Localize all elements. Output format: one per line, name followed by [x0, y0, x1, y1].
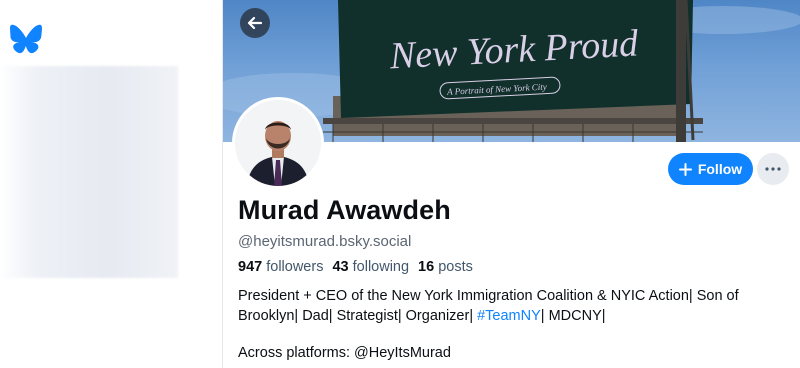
plus-icon: [678, 162, 692, 176]
display-name: Murad Awawdeh: [238, 195, 451, 225]
avatar[interactable]: [232, 97, 324, 189]
butterfly-logo-icon[interactable]: [10, 24, 42, 54]
hashtag-link[interactable]: #TeamNY: [477, 308, 541, 324]
user-handle: @heyitsmurad.bsky.social: [238, 233, 412, 250]
blurred-placeholder: [0, 66, 178, 278]
follow-button[interactable]: Follow: [668, 153, 753, 185]
profile-bio: President + CEO of the New York Immigrat…: [238, 286, 788, 326]
bio-text-end: | MDCNY|: [540, 308, 606, 324]
following-count: 43: [332, 259, 349, 275]
posts-count: 16: [418, 259, 435, 275]
following-label: following: [352, 259, 410, 275]
ellipsis-icon: [765, 167, 781, 171]
following-link[interactable]: 43 following: [332, 259, 409, 275]
profile-stats: 947 followers 43 following 16 posts: [238, 259, 473, 275]
bio-across-platforms: Across platforms: @HeyItsMurad: [238, 345, 451, 361]
posts-stat: 16 posts: [418, 259, 473, 275]
followers-label: followers: [266, 259, 324, 275]
arrow-left-icon: [247, 16, 263, 30]
followers-link[interactable]: 947 followers: [238, 259, 323, 275]
followers-count: 947: [238, 259, 263, 275]
back-button[interactable]: [240, 8, 270, 38]
more-options-button[interactable]: [757, 153, 789, 185]
avatar-photo: [235, 100, 321, 186]
left-nav: [0, 0, 222, 368]
posts-label: posts: [438, 259, 473, 275]
follow-label: Follow: [697, 161, 743, 177]
profile-page: New York Proud A Portrait of New York Ci…: [0, 0, 800, 368]
